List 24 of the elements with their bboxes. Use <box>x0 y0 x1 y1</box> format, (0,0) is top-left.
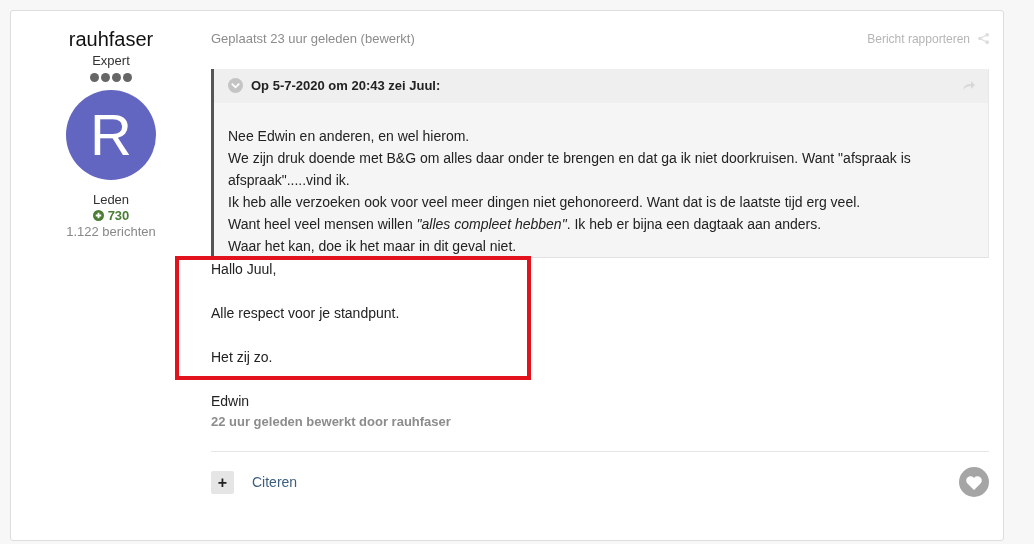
signature-text: Edwin <box>211 391 251 411</box>
reply-text: Alle respect voor je standpunt. <box>211 303 401 323</box>
reply-text: Het zij zo. <box>211 347 274 367</box>
quote-text: Nee Edwin en anderen, en wel hierom. <box>228 126 471 146</box>
quote-text: We zijn druk doende met B&G om alles daar onder te brengen en dat ga ik niet doorkruisen. Want "afspraak is afspraak".....vind ik. <box>228 148 912 190</box>
post-date: Geplaatst 23 uur geleden (bewerkt) <box>211 30 415 48</box>
reply-text: Hallo Juul, <box>211 259 278 279</box>
quote-text: Ik heb alle verzoeken ook voor veel meer dingen niet gehonoreerd. Want dat is de laatste tijd erg veel. <box>228 192 862 212</box>
quote-text: Want heel veel mensen willen "alles compleet hebben". Ik heb er bijna een dagtaak aan anders. <box>228 214 823 234</box>
like-button[interactable] <box>959 467 989 497</box>
multiquote-button[interactable]: + <box>211 470 234 494</box>
plus-circle-icon <box>92 210 104 221</box>
expand-toggle-icon[interactable] <box>228 78 243 93</box>
author-rank: Expert <box>91 52 131 70</box>
share-icon[interactable] <box>978 33 989 45</box>
edit-note: 22 uur geleden bewerkt door rauhfaser <box>211 412 452 431</box>
avatar[interactable]: R <box>66 89 156 180</box>
quote-text: Waar het kan, doe ik het maar in dit geval niet. <box>228 236 518 256</box>
author-name[interactable]: rauhfaser <box>11 27 211 51</box>
quote-citation: Op 5-7-2020 om 20:43 zei Juul: <box>251 76 441 95</box>
author-group: Leden <box>11 191 211 208</box>
quote-link[interactable]: Citeren <box>252 471 298 493</box>
post-count: 1.122 berichten <box>65 223 157 240</box>
reputation-count: 730 <box>107 207 130 224</box>
